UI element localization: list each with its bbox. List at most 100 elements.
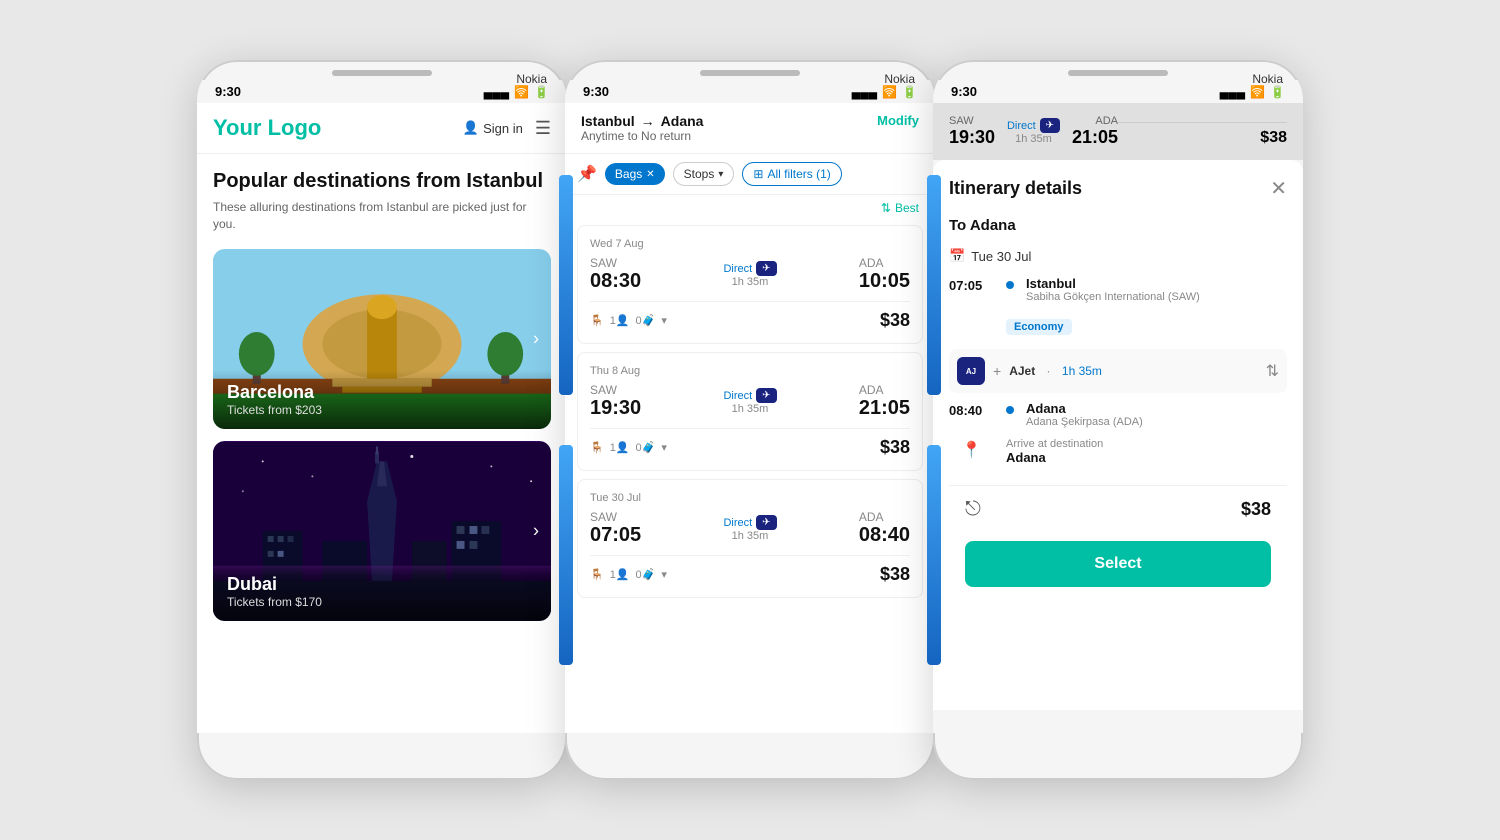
flight-from-time-1: 08:30 <box>590 270 641 293</box>
app-logo: Your Logo <box>213 115 321 141</box>
arrival-city: Adana <box>1026 401 1287 416</box>
phone-2: Nokia 9:30 ▄▄▄ 🛜 🔋 Istanbul → Adana <box>565 60 935 780</box>
modal-footer: ⎋ $38 <box>949 485 1287 533</box>
blue-bar-bottom-2 <box>927 445 941 665</box>
bags-filter[interactable]: Bags ✕ <box>605 163 665 185</box>
main-scene: Nokia 9:30 ▄▄▄ 🛜 🔋 Your Logo 👤 Sign in ☰ <box>0 0 1500 840</box>
status-time-3: 9:30 <box>951 84 977 99</box>
hamburger-menu[interactable]: ☰ <box>535 118 551 139</box>
header-actions: 👤 Sign in ☰ <box>463 118 551 139</box>
expand-icon-3[interactable]: ▾ <box>661 568 667 581</box>
flight-bottom-1: 🪑 1👤 0🧳 ▾ $38 <box>590 301 910 331</box>
flight-times-3: SAW 07:05 Direct ✈ 1h 35m ADA 08:40 <box>590 510 910 547</box>
status-icons-1: ▄▄▄ 🛜 🔋 <box>484 85 549 99</box>
dubai-overlay: Dubai Tickets from $170 <box>213 562 551 621</box>
home-body: Popular destinations from Istanbul These… <box>197 154 567 649</box>
wifi-icon-2: 🛜 <box>882 85 897 99</box>
phone-3-content: SAW 19:30 Direct ✈ 1h 35m ADA 21:05 <box>933 103 1303 733</box>
flights-header: Istanbul → Adana Anytime to No return Mo… <box>565 103 935 154</box>
battery-icon-1: 🔋 <box>534 85 549 99</box>
barcelona-arrow[interactable]: › <box>533 328 539 349</box>
top-direct-label: Direct <box>1007 120 1036 132</box>
flight-date-2: Thu 8 Aug <box>590 365 910 377</box>
passenger-icon-1: 1👤 <box>610 314 630 327</box>
direct-label-1: Direct <box>723 263 752 275</box>
flight-info-row: AJ + AJet · 1h 35m ⇅ <box>949 349 1287 393</box>
route-to: Adana <box>661 113 704 129</box>
all-filters[interactable]: ⊞ All filters (1) <box>742 162 841 186</box>
flight-amenities-2: 🪑 1👤 0🧳 ▾ <box>590 441 667 454</box>
stops-filter[interactable]: Stops ▾ <box>673 162 735 186</box>
home-subtitle: These alluring destinations from Istanbu… <box>213 199 551 233</box>
top-airline-badge: ✈ <box>1040 118 1060 133</box>
pin-icon: 📌 <box>577 164 597 184</box>
expand-icon-1[interactable]: ▾ <box>661 314 667 327</box>
flight-card-2[interactable]: Thu 8 Aug SAW 19:30 Direct ✈ 1h 35m <box>577 352 923 471</box>
barcelona-card[interactable]: Barcelona Tickets from $203 › <box>213 249 551 429</box>
status-bar-1: 9:30 ▄▄▄ 🛜 🔋 <box>197 80 567 103</box>
flight-amenities-1: 🪑 1👤 0🧳 ▾ <box>590 314 667 327</box>
departure-row: 07:05 Istanbul Sabiha Gökçen Internation… <box>949 276 1287 303</box>
modal-header: Itinerary details ✕ <box>949 176 1287 201</box>
expand-icon-2[interactable]: ▾ <box>661 441 667 454</box>
dubai-name: Dubai <box>227 574 537 595</box>
flight-route: Istanbul → Adana <box>581 113 703 129</box>
flight-middle-2: Direct ✈ 1h 35m <box>641 388 859 415</box>
status-time-2: 9:30 <box>583 84 609 99</box>
departure-time: 07:05 <box>949 276 994 293</box>
flight-to-code-2: ADA <box>859 383 910 397</box>
flight-from-time-2: 19:30 <box>590 397 641 420</box>
itinerary-date: 📅 Tue 30 Jul <box>949 248 1287 264</box>
dubai-arrow[interactable]: › <box>533 520 539 541</box>
flight-bottom-2: 🪑 1👤 0🧳 ▾ $38 <box>590 428 910 458</box>
top-duration: 1h 35m <box>1015 133 1052 145</box>
all-filters-label: All filters (1) <box>767 167 830 181</box>
phone-notch-2 <box>700 70 800 76</box>
flight-from-code-2: SAW <box>590 383 641 397</box>
phone-3: Nokia 9:30 ▄▄▄ 🛜 🔋 SAW 19:30 Dir <box>933 60 1303 780</box>
flight-to-time-1: 10:05 <box>859 270 910 293</box>
sort-icon: ⇅ <box>881 201 891 215</box>
sign-in-button[interactable]: 👤 Sign in <box>463 120 523 136</box>
bag-icon-2: 0🧳 <box>636 441 656 454</box>
airline-name: AJet <box>1009 364 1035 378</box>
direct-label-3: Direct <box>723 517 752 529</box>
bag-icon-3: 0🧳 <box>636 568 656 581</box>
bags-close[interactable]: ✕ <box>646 169 654 180</box>
wifi-icon-1: 🛜 <box>514 85 529 99</box>
home-title: Popular destinations from Istanbul <box>213 170 551 193</box>
sort-best[interactable]: ⇅ Best <box>881 201 919 215</box>
blue-bar-top-1 <box>559 175 573 395</box>
seat-icon-2: 🪑 <box>590 441 604 454</box>
signal-icon-1: ▄▄▄ <box>484 85 510 99</box>
battery-icon-2: 🔋 <box>902 85 917 99</box>
stops-label: Stops <box>684 167 715 181</box>
airline-badge-1: ✈ <box>756 261 776 276</box>
wifi-icon-3: 🛜 <box>1250 85 1265 99</box>
flight-card-3[interactable]: Tue 30 Jul SAW 07:05 Direct ✈ 1h 35m <box>577 479 923 598</box>
airline-badge-2: ✈ <box>756 388 776 403</box>
stops-arrow: ▾ <box>718 169 723 180</box>
departure-dot <box>1006 281 1014 289</box>
modal-close-button[interactable]: ✕ <box>1270 176 1287 201</box>
share-button[interactable]: ⎋ <box>965 498 981 521</box>
modify-button[interactable]: Modify <box>877 113 919 128</box>
footer-price: $38 <box>1241 499 1271 520</box>
sign-in-label: Sign in <box>483 121 523 136</box>
cabin-class-section: Economy <box>949 313 1287 341</box>
top-to-time: 21:05 <box>1072 127 1118 148</box>
signal-icon-2: ▄▄▄ <box>852 85 878 99</box>
flight-to-time-3: 08:40 <box>859 524 910 547</box>
dubai-card[interactable]: Dubai Tickets from $170 › <box>213 441 551 621</box>
filter-grid-icon: ⊞ <box>753 167 763 181</box>
arrive-at-label: Arrive at destination <box>1006 438 1103 450</box>
flight-card-1[interactable]: Wed 7 Aug SAW 08:30 Direct ✈ 1h 35m <box>577 225 923 344</box>
flight-duration-2: 1h 35m <box>732 403 769 415</box>
flight-date-3: Tue 30 Jul <box>590 492 910 504</box>
seat-icon-3: 🪑 <box>590 568 604 581</box>
select-button[interactable]: Select <box>965 541 1271 587</box>
direct-label-2: Direct <box>723 390 752 402</box>
expand-flight-icon[interactable]: ⇅ <box>1266 361 1279 381</box>
departure-info: Istanbul Sabiha Gökçen International (SA… <box>1026 276 1287 303</box>
phone-1: Nokia 9:30 ▄▄▄ 🛜 🔋 Your Logo 👤 Sign in ☰ <box>197 60 567 780</box>
